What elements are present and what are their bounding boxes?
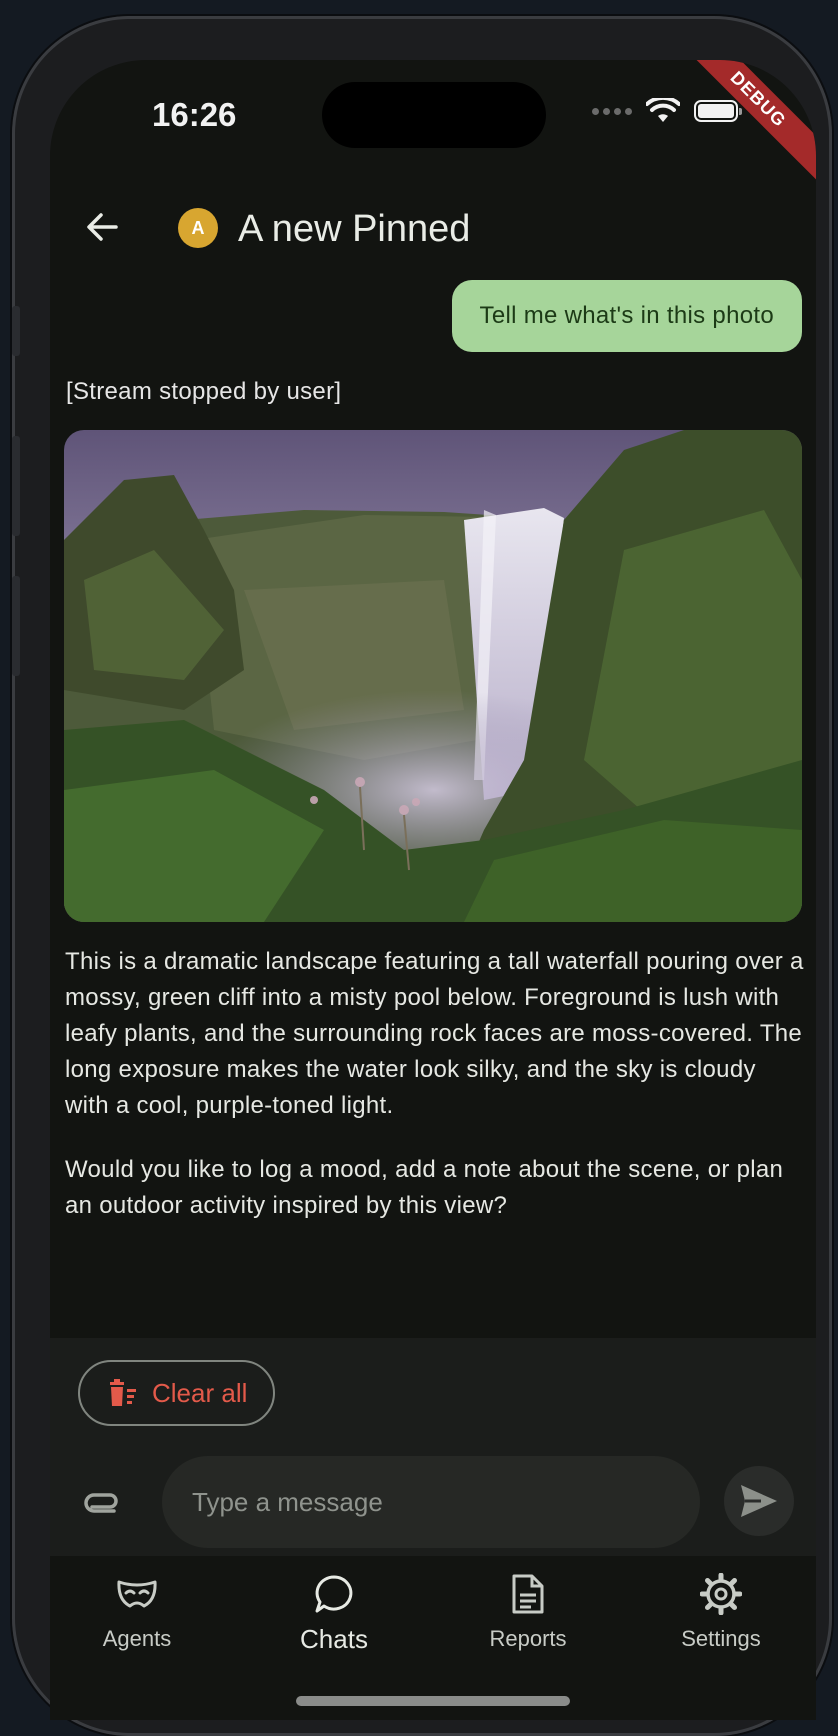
- clear-all-label: Clear all: [152, 1377, 248, 1408]
- stream-stopped-notice: [Stream stopped by user]: [66, 378, 342, 405]
- composer-panel: Clear all Type a message: [50, 1338, 816, 1556]
- user-message-bubble: Tell me what's in this photo: [451, 280, 802, 352]
- back-arrow-icon[interactable]: [80, 204, 126, 250]
- document-icon: [512, 1574, 544, 1614]
- silent-switch: [12, 306, 20, 356]
- chat-title: A new Pinned: [238, 208, 471, 250]
- clear-all-button[interactable]: Clear all: [78, 1360, 276, 1426]
- agent-avatar: A: [178, 208, 218, 248]
- phone-frame: 16:26 DEBUG A A new Pinned Tell me what'…: [12, 16, 832, 1736]
- assistant-reply: This is a dramatic landscape featuring a…: [65, 944, 805, 1252]
- nav-reports[interactable]: Reports: [453, 1572, 603, 1652]
- chat-bubble-icon: [315, 1575, 353, 1613]
- gear-icon: [700, 1573, 742, 1615]
- wifi-icon: [646, 98, 680, 122]
- signal-dots-icon: [592, 107, 632, 115]
- status-icons: [592, 98, 742, 124]
- nav-chats[interactable]: Chats: [259, 1572, 409, 1655]
- home-indicator[interactable]: [296, 1696, 570, 1706]
- trash-icon: [110, 1379, 136, 1406]
- mask-icon: [117, 1580, 157, 1608]
- volume-up-button: [12, 436, 20, 536]
- send-button[interactable]: [724, 1466, 794, 1536]
- app-bar: A A new Pinned: [50, 188, 816, 268]
- volume-down-button: [12, 576, 20, 676]
- nav-agents[interactable]: Agents: [62, 1572, 212, 1652]
- nav-chats-label: Chats: [300, 1624, 368, 1654]
- message-input-placeholder: Type a message: [192, 1486, 383, 1517]
- status-time: 16:26: [152, 96, 237, 133]
- paperclip-icon[interactable]: [84, 1483, 124, 1523]
- send-icon: [741, 1485, 777, 1517]
- nav-reports-label: Reports: [489, 1626, 567, 1651]
- message-input[interactable]: Type a message: [162, 1456, 700, 1548]
- battery-icon: [694, 100, 742, 122]
- reply-paragraph: This is a dramatic landscape featuring a…: [65, 948, 804, 1119]
- attached-photo[interactable]: [64, 430, 802, 922]
- reply-paragraph: Would you like to log a mood, add a note…: [65, 1156, 784, 1219]
- nav-agents-label: Agents: [102, 1626, 172, 1651]
- waterfall-image: [64, 430, 802, 922]
- nav-settings-label: Settings: [681, 1626, 761, 1651]
- screen: 16:26 DEBUG A A new Pinned Tell me what'…: [50, 60, 816, 1720]
- nav-settings[interactable]: Settings: [646, 1572, 796, 1652]
- dynamic-island: [322, 82, 546, 148]
